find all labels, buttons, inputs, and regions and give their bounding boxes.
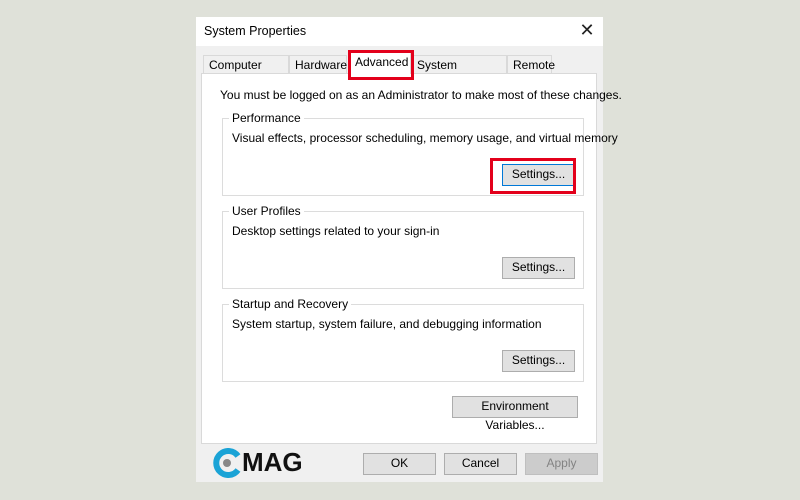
user-profiles-label: User Profiles xyxy=(229,204,304,218)
tab-system-protection[interactable]: System Protection xyxy=(411,55,507,87)
startup-recovery-settings-button[interactable]: Settings... xyxy=(502,350,575,372)
title-bar: System Properties ✕ xyxy=(196,17,603,46)
tab-hardware[interactable]: Hardware xyxy=(289,55,347,74)
settings-highlight-box xyxy=(490,158,576,194)
apply-button[interactable]: Apply xyxy=(525,453,598,475)
user-profiles-description: Desktop settings related to your sign-in xyxy=(232,224,440,238)
ok-button[interactable]: OK xyxy=(363,453,436,475)
cmag-logo: MAG xyxy=(212,447,303,478)
environment-variables-button[interactable]: Environment Variables... xyxy=(452,396,578,432)
logo-text: MAG xyxy=(242,447,303,477)
system-properties-dialog: System Properties ✕ Computer Name Hardwa… xyxy=(196,17,622,482)
user-profiles-group: User Profiles Desktop settings related t… xyxy=(222,204,584,289)
startup-recovery-description: System startup, system failure, and debu… xyxy=(232,317,542,331)
admin-notice: You must be logged on as an Administrato… xyxy=(220,88,622,102)
window-title: System Properties xyxy=(204,24,307,38)
tab-remote[interactable]: Remote xyxy=(507,55,555,74)
logo-c-icon xyxy=(213,447,241,478)
startup-recovery-label: Startup and Recovery xyxy=(229,297,352,311)
performance-label: Performance xyxy=(229,111,304,125)
advanced-tab-panel: You must be logged on as an Administrato… xyxy=(201,73,622,444)
user-profiles-settings-button[interactable]: Settings... xyxy=(502,257,575,279)
tab-highlight-box xyxy=(348,50,414,80)
performance-description: Visual effects, processor scheduling, me… xyxy=(232,131,618,145)
tab-computer-name[interactable]: Computer Name xyxy=(203,55,289,87)
cancel-button[interactable]: Cancel xyxy=(444,453,517,475)
startup-recovery-group: Startup and Recovery System startup, sys… xyxy=(222,297,584,382)
close-icon[interactable]: ✕ xyxy=(577,20,597,41)
